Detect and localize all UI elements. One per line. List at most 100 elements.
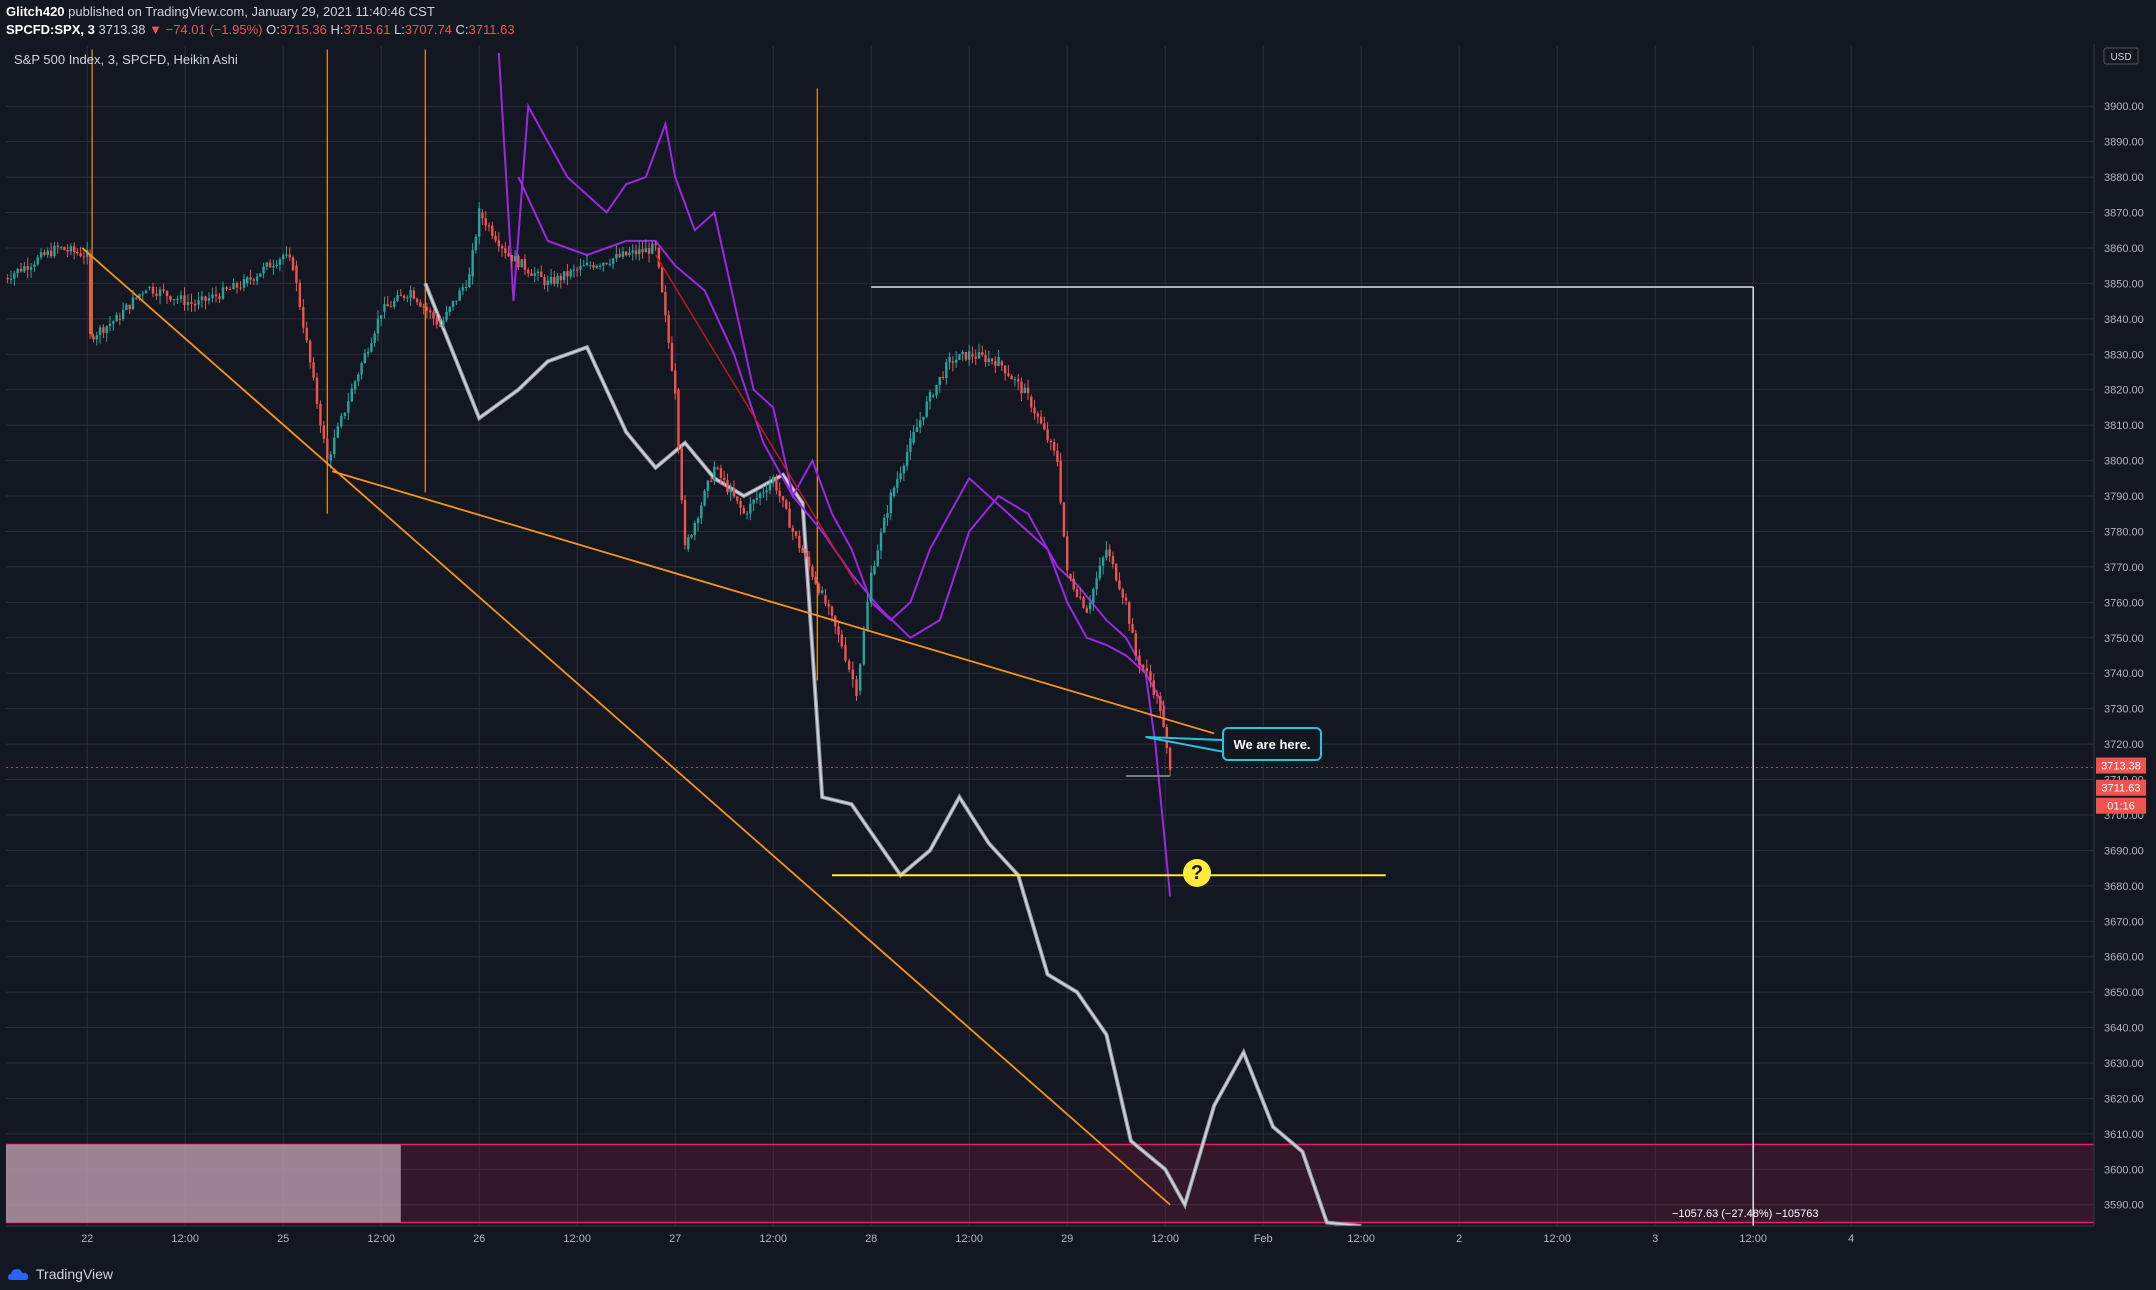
candle-154 bbox=[517, 255, 520, 268]
candle-165 bbox=[553, 276, 556, 284]
candle-10 bbox=[36, 257, 39, 265]
candle-349 bbox=[1159, 696, 1162, 712]
candle-133 bbox=[448, 306, 451, 312]
candle-50 bbox=[169, 296, 172, 301]
y-tick-label-4: 3630.00 bbox=[2104, 1058, 2144, 1070]
down-triangle-icon: ▼ bbox=[149, 22, 162, 37]
candle-81 bbox=[275, 264, 278, 267]
candle-18 bbox=[63, 247, 66, 251]
candle-116 bbox=[393, 300, 396, 307]
candle-122 bbox=[412, 290, 416, 299]
candle-347 bbox=[1152, 680, 1155, 695]
y-tick-label-27: 3860.00 bbox=[2104, 243, 2144, 255]
candle-238 bbox=[791, 527, 794, 532]
y-tick-label-25: 3840.00 bbox=[2104, 314, 2144, 326]
candle-93 bbox=[315, 377, 319, 404]
candle-239 bbox=[794, 531, 798, 536]
price-chart[interactable]: 3590.00 3600.00 3610.00 3620.00 3630.00 3640.… bbox=[0, 44, 2156, 1250]
y-tick-label-16: 3750.00 bbox=[2104, 633, 2144, 645]
candle-289 bbox=[961, 352, 964, 355]
candle-156 bbox=[523, 259, 527, 270]
candle-301 bbox=[1000, 361, 1004, 366]
candle-111 bbox=[376, 318, 380, 334]
candle-167 bbox=[559, 275, 563, 281]
candle-214 bbox=[713, 466, 716, 482]
tradingview-logo[interactable]: TradingView bbox=[8, 1266, 113, 1282]
candle-152 bbox=[510, 255, 514, 262]
footer: TradingView bbox=[0, 1250, 2156, 1290]
candle-103 bbox=[350, 388, 353, 402]
candle-20 bbox=[69, 246, 73, 252]
candle-112 bbox=[380, 315, 383, 319]
question-mark-icon[interactable]: ? bbox=[1183, 859, 1211, 887]
candle-302 bbox=[1003, 365, 1007, 374]
candle-188 bbox=[628, 252, 631, 256]
candle-284 bbox=[945, 362, 948, 379]
candle-236 bbox=[785, 500, 788, 509]
candle-35 bbox=[118, 318, 122, 320]
publish-header: Glitch420 published on TradingView.com, … bbox=[0, 0, 2156, 44]
candle-158 bbox=[530, 273, 533, 276]
x-tick-label-1: 12:00 bbox=[171, 1233, 199, 1245]
candle-64 bbox=[218, 296, 221, 299]
candle-91 bbox=[308, 340, 312, 363]
candle-282 bbox=[938, 377, 941, 385]
candle-57 bbox=[193, 303, 197, 306]
candle-51 bbox=[172, 299, 176, 301]
candle-104 bbox=[353, 381, 357, 390]
candle-138 bbox=[464, 286, 468, 288]
candle-332 bbox=[1101, 557, 1105, 566]
y-tick-label-15: 3740.00 bbox=[2104, 668, 2144, 680]
candle-109 bbox=[370, 343, 373, 352]
candle-15 bbox=[53, 245, 56, 257]
candle-160 bbox=[536, 271, 540, 274]
candle-237 bbox=[788, 508, 791, 528]
candle-170 bbox=[569, 270, 572, 277]
candle-134 bbox=[451, 301, 455, 307]
candle-273 bbox=[909, 438, 912, 452]
close-label: C: bbox=[455, 22, 469, 37]
candle-113 bbox=[383, 304, 386, 312]
candle-336 bbox=[1115, 564, 1118, 581]
candle-59 bbox=[200, 296, 204, 301]
candle-340 bbox=[1128, 602, 1131, 624]
candle-88 bbox=[298, 282, 302, 308]
candle-216 bbox=[719, 468, 723, 478]
candle-174 bbox=[582, 265, 585, 267]
y-tick-label-8: 3670.00 bbox=[2104, 916, 2144, 928]
candle-244 bbox=[811, 566, 814, 577]
author-name[interactable]: Glitch420 bbox=[6, 4, 65, 19]
candle-223 bbox=[742, 507, 745, 514]
candle-280 bbox=[932, 395, 935, 397]
candle-65 bbox=[221, 287, 225, 299]
candle-344 bbox=[1141, 664, 1145, 669]
candle-191 bbox=[638, 249, 641, 255]
candle-78 bbox=[265, 262, 269, 267]
candle-69 bbox=[235, 283, 239, 288]
candle-140 bbox=[471, 250, 474, 277]
we-are-here-callout[interactable]: We are here. bbox=[1222, 727, 1322, 761]
candle-258 bbox=[858, 664, 862, 691]
candle-38 bbox=[128, 304, 131, 310]
candle-311 bbox=[1033, 407, 1036, 414]
candle-40 bbox=[135, 297, 138, 299]
candle-271 bbox=[902, 465, 906, 474]
candle-256 bbox=[851, 669, 855, 680]
candle-299 bbox=[994, 361, 997, 366]
candle-293 bbox=[974, 356, 977, 359]
candle-296 bbox=[984, 354, 987, 362]
candle-5 bbox=[19, 268, 23, 272]
close-price-badge: 3711.63 bbox=[2096, 779, 2146, 796]
candle-4 bbox=[16, 268, 19, 274]
candle-269 bbox=[896, 479, 899, 488]
candle-171 bbox=[572, 269, 576, 271]
candle-128 bbox=[432, 312, 435, 319]
candle-196 bbox=[654, 243, 657, 245]
candle-294 bbox=[977, 352, 981, 359]
candle-76 bbox=[259, 273, 262, 277]
high-value: 3715.61 bbox=[343, 22, 391, 37]
candle-246 bbox=[817, 583, 821, 594]
candle-189 bbox=[631, 250, 634, 253]
candle-245 bbox=[814, 576, 817, 584]
target-zone-block bbox=[6, 1144, 401, 1223]
